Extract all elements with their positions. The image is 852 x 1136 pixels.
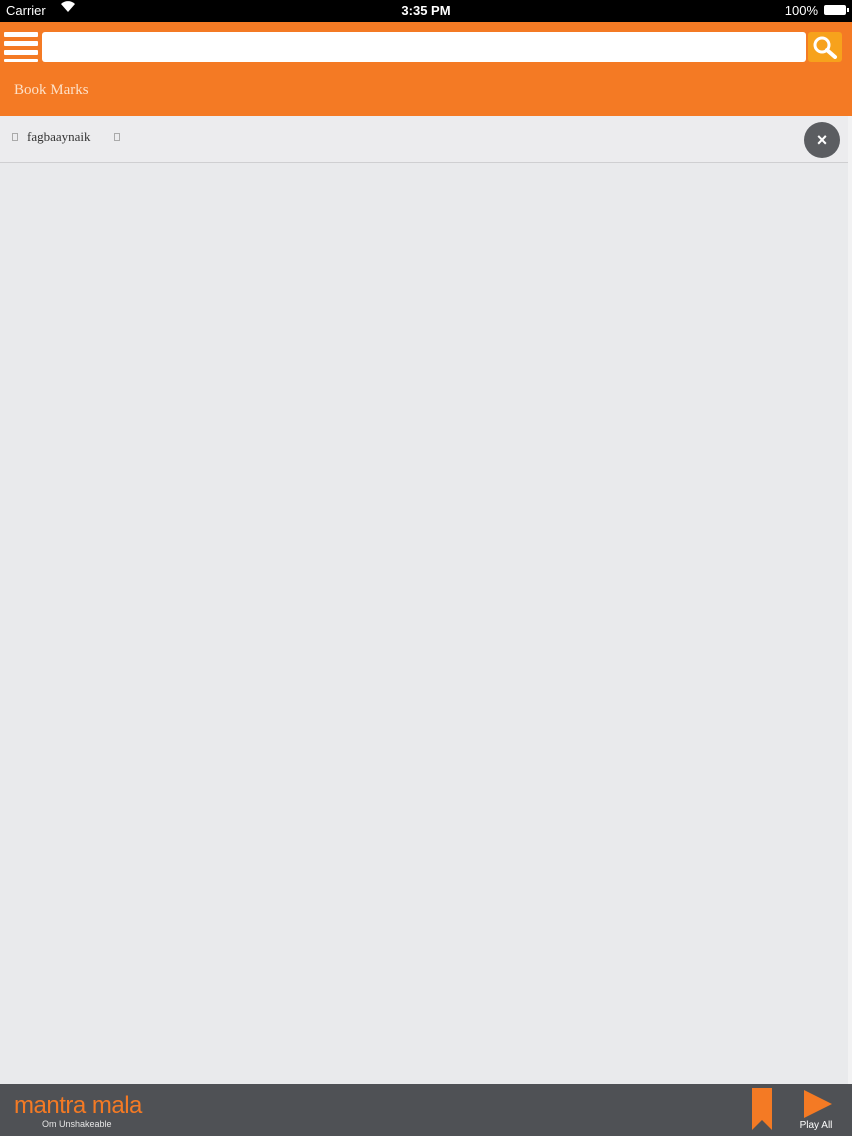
hamburger-icon-line	[4, 41, 38, 46]
battery-icon	[824, 5, 849, 15]
status-bar: Carrier 3:35 PM 100%	[0, 0, 852, 22]
battery-percent: 100%	[784, 3, 818, 18]
hamburger-icon-line	[4, 50, 38, 55]
app-logo: mantra mala	[14, 1092, 142, 1119]
bookmark-marker-icon	[114, 133, 120, 141]
hamburger-menu-button[interactable]	[4, 30, 38, 62]
hamburger-icon-line	[4, 59, 38, 62]
play-all-label: Play All	[799, 1120, 833, 1131]
bookmarks-tab-button[interactable]	[750, 1088, 774, 1130]
hamburger-icon	[4, 32, 38, 37]
search-icon	[813, 36, 837, 59]
search-input[interactable]	[42, 32, 806, 62]
page-title: Book Marks	[14, 82, 89, 98]
section-header: Book Marks	[0, 70, 852, 116]
top-toolbar	[0, 22, 852, 70]
play-icon	[804, 1090, 832, 1118]
remove-bookmark-button[interactable]: ×	[804, 122, 840, 158]
bookmark-row[interactable]: fagbaaynaik ×	[0, 116, 852, 163]
status-time: 3:35 PM	[401, 3, 451, 18]
bookmark-label: fagbaaynaik	[27, 129, 91, 144]
bookmark-list: fagbaaynaik ×	[0, 116, 852, 163]
bookmark-icon	[752, 1088, 772, 1130]
close-icon: ×	[816, 130, 828, 150]
search-button[interactable]	[808, 32, 842, 62]
app-tagline: Om Unshakeable	[42, 1119, 112, 1129]
play-all-button[interactable]: Play All	[796, 1088, 842, 1134]
bookmark-marker-icon	[12, 133, 18, 141]
scroll-track	[848, 116, 852, 1084]
bottom-bar: mantra mala Om Unshakeable Play All	[0, 1084, 852, 1136]
